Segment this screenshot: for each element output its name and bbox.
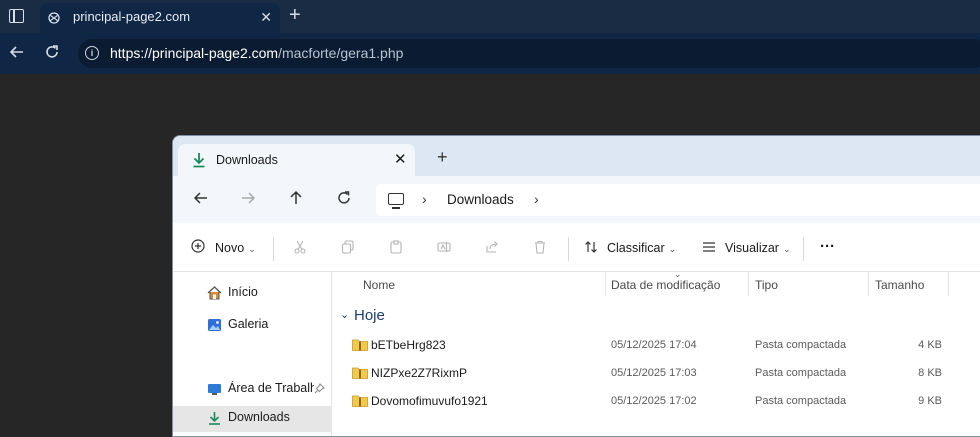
url-text[interactable]: https://principal-page2.com/macforte/ger… bbox=[110, 45, 403, 61]
file-date: 05/12/2025 17:04 bbox=[611, 339, 697, 351]
rename-icon[interactable] bbox=[437, 240, 451, 254]
up-icon[interactable] bbox=[288, 190, 304, 209]
cut-icon[interactable] bbox=[293, 240, 307, 254]
explorer-new-tab-button[interactable]: + bbox=[437, 148, 448, 166]
group-header[interactable]: Hoje bbox=[354, 307, 385, 324]
sidebar-item-downloads[interactable]: Downloads bbox=[173, 406, 331, 432]
new-button-label: Novo bbox=[215, 241, 245, 255]
sidebar-item-gallery[interactable]: Galeria bbox=[173, 313, 331, 339]
url-path: /macforte/gera1.php bbox=[278, 45, 404, 61]
reload-icon[interactable] bbox=[43, 43, 61, 64]
divider bbox=[273, 237, 274, 261]
column-divider[interactable] bbox=[605, 272, 606, 296]
file-type: Pasta compactada bbox=[755, 367, 847, 379]
navigation-pane: Início Galeria Área de Trabalho bbox=[173, 272, 332, 436]
more-options-button[interactable]: ··· bbox=[820, 238, 835, 255]
view-button-label: Visualizar bbox=[725, 241, 779, 255]
file-type: Pasta compactada bbox=[755, 339, 847, 351]
paste-icon[interactable] bbox=[389, 240, 403, 254]
address-bar[interactable]: i https://principal-page2.com/macforte/g… bbox=[78, 39, 980, 68]
file-name: Dovomofimuvufo1921 bbox=[371, 394, 488, 408]
back-icon[interactable] bbox=[8, 43, 26, 64]
tab-title: principal-page2.com bbox=[73, 9, 191, 24]
sort-icon[interactable] bbox=[584, 240, 598, 254]
divider bbox=[803, 237, 804, 261]
home-icon bbox=[207, 286, 222, 300]
computer-icon[interactable] bbox=[388, 193, 404, 209]
zip-folder-icon bbox=[352, 367, 368, 379]
sort-button[interactable]: Classificar ⌄ bbox=[607, 241, 676, 255]
plus-circle-icon[interactable] bbox=[191, 239, 205, 253]
column-divider[interactable] bbox=[748, 272, 749, 296]
explorer-navbar: › Downloads › bbox=[173, 176, 980, 223]
download-arrow-icon bbox=[193, 153, 205, 168]
table-row[interactable]: bETbeHrg823 05/12/2025 17:04 Pasta compa… bbox=[332, 331, 980, 359]
explorer-tabbar: Downloads ✕ + bbox=[173, 136, 980, 176]
command-bar: Novo ⌄ Classificar ⌄ Visualizar ⌄ ··· bbox=[173, 223, 980, 272]
back-icon[interactable] bbox=[193, 190, 209, 209]
column-divider[interactable] bbox=[868, 272, 869, 296]
column-header-type[interactable]: Tipo bbox=[755, 278, 778, 292]
sidebar-item-label: Downloads bbox=[228, 410, 290, 424]
file-list: Nome ⌄ Data de modificação Tipo Tamanho … bbox=[332, 269, 980, 436]
browser-tabbar: principal-page2.com ✕ + bbox=[0, 0, 980, 33]
divider bbox=[568, 237, 569, 261]
file-name: bETbeHrg823 bbox=[371, 338, 446, 352]
tab-close-icon[interactable]: ✕ bbox=[260, 9, 272, 26]
column-header-name[interactable]: Nome bbox=[363, 278, 395, 292]
explorer-tab[interactable]: Downloads ✕ bbox=[178, 144, 415, 176]
chevron-down-icon: ⌄ bbox=[782, 244, 791, 254]
globe-icon bbox=[48, 12, 60, 24]
column-divider[interactable] bbox=[948, 272, 949, 296]
sidebar-item-label: Galeria bbox=[228, 317, 269, 331]
new-button[interactable]: Novo ⌄ bbox=[215, 241, 256, 255]
browser-tab[interactable]: principal-page2.com ✕ bbox=[40, 3, 280, 33]
sidebar-item-home[interactable]: Início bbox=[173, 281, 331, 307]
desktop-icon bbox=[208, 384, 221, 395]
file-size: 9 KB bbox=[918, 395, 942, 407]
refresh-icon[interactable] bbox=[336, 190, 352, 209]
file-type: Pasta compactada bbox=[755, 395, 847, 407]
pin-icon[interactable] bbox=[314, 383, 325, 394]
chevron-down-icon: ⌄ bbox=[248, 244, 256, 254]
sort-button-label: Classificar bbox=[607, 241, 665, 255]
view-button[interactable]: Visualizar ⌄ bbox=[725, 241, 791, 255]
site-info-icon[interactable]: i bbox=[85, 46, 99, 60]
explorer-tab-close-icon[interactable]: ✕ bbox=[394, 150, 407, 168]
column-header-date[interactable]: Data de modificação bbox=[611, 278, 720, 292]
forward-icon[interactable] bbox=[240, 190, 256, 209]
file-explorer-window: Downloads ✕ + › Downloads › Novo ⌄ Class… bbox=[172, 135, 980, 437]
explorer-tab-title: Downloads bbox=[216, 153, 278, 167]
file-size: 8 KB bbox=[918, 367, 942, 379]
delete-icon[interactable] bbox=[533, 240, 547, 254]
new-tab-button[interactable]: + bbox=[289, 5, 301, 25]
breadcrumb-downloads[interactable]: Downloads bbox=[447, 192, 514, 207]
sidebar-item-label: Área de Trabalho bbox=[228, 381, 314, 395]
file-name: NIZPxe2Z7RixmP bbox=[371, 366, 468, 380]
table-row[interactable]: Dovomofimuvufo1921 05/12/2025 17:02 Past… bbox=[332, 387, 980, 415]
gallery-icon bbox=[208, 319, 221, 331]
download-arrow-icon bbox=[209, 412, 220, 425]
group-collapse-icon[interactable]: ⌄ bbox=[340, 308, 349, 321]
file-date: 05/12/2025 17:02 bbox=[611, 395, 697, 407]
sidebar-item-label: Início bbox=[228, 285, 258, 299]
explorer-address-bar[interactable]: › Downloads › bbox=[376, 184, 980, 216]
browser-toolbar: i https://principal-page2.com/macforte/g… bbox=[0, 33, 980, 74]
chevron-down-icon: ⌄ bbox=[668, 244, 677, 254]
share-icon[interactable] bbox=[485, 240, 499, 254]
view-icon[interactable] bbox=[702, 240, 716, 254]
column-header-size[interactable]: Tamanho bbox=[875, 278, 924, 292]
table-row[interactable]: NIZPxe2Z7RixmP 05/12/2025 17:03 Pasta co… bbox=[332, 359, 980, 387]
breadcrumb-separator[interactable]: › bbox=[422, 191, 427, 207]
zip-folder-icon bbox=[352, 339, 368, 351]
file-date: 05/12/2025 17:03 bbox=[611, 367, 697, 379]
zip-folder-icon bbox=[352, 395, 368, 407]
breadcrumb-separator[interactable]: › bbox=[534, 191, 539, 207]
file-size: 4 KB bbox=[918, 339, 942, 351]
tab-actions-icon[interactable] bbox=[9, 9, 24, 23]
copy-icon[interactable] bbox=[341, 240, 355, 254]
sidebar-item-desktop[interactable]: Área de Trabalho bbox=[173, 377, 331, 403]
url-host: https://principal-page2.com bbox=[110, 45, 279, 61]
